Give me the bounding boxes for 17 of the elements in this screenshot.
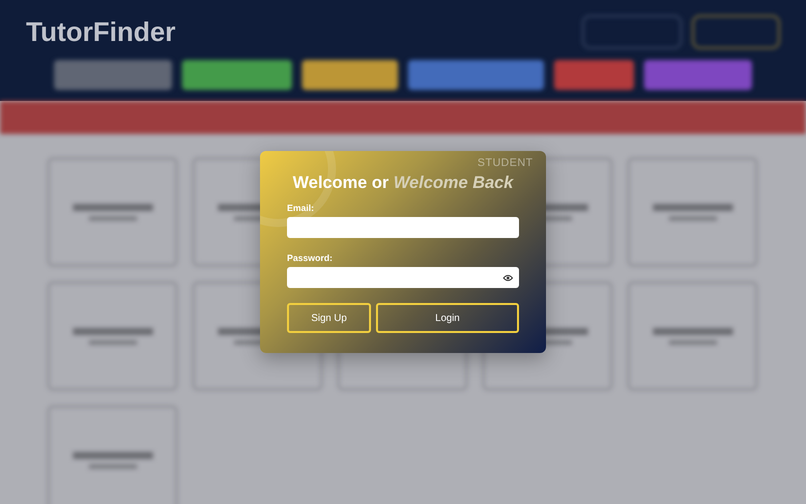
role-label: STUDENT <box>478 157 533 169</box>
blurred-nav-button[interactable] <box>408 60 544 90</box>
field-label: Email: <box>287 203 316 213</box>
blurred-header-button[interactable] <box>692 15 780 49</box>
eye-icon[interactable] <box>503 274 513 282</box>
blurred-nav-button[interactable] <box>182 60 292 90</box>
email-field[interactable] <box>287 217 519 238</box>
sign-up-button[interactable]: Sign Up <box>287 303 371 333</box>
field-label: Password: <box>287 253 334 263</box>
blurred-nav-button[interactable] <box>54 60 172 90</box>
password-field[interactable] <box>287 267 519 288</box>
blurred-nav-button[interactable] <box>644 60 752 90</box>
dialog-title: Welcome or Welcome Back <box>292 173 515 193</box>
logo-text: TutorFinder <box>26 16 176 48</box>
blurred-nav-button[interactable] <box>302 60 398 90</box>
login-button[interactable]: Login <box>376 303 519 333</box>
blurred-nav-button[interactable] <box>554 60 634 90</box>
